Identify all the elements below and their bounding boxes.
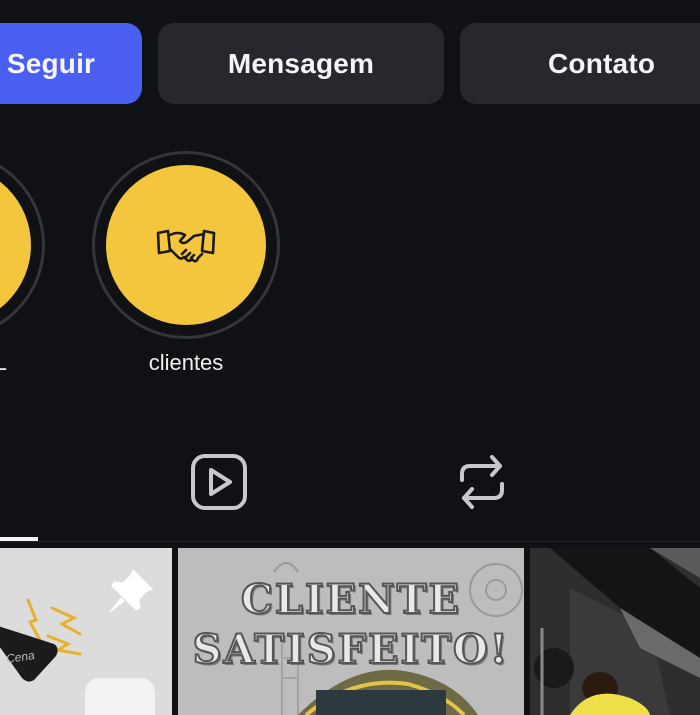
- repost-icon: [460, 455, 504, 509]
- pin-icon: [109, 569, 153, 613]
- highlight-item-clientes[interactable]: [92, 151, 280, 339]
- post-tile[interactable]: CLIENTE SATISFEITO!: [178, 548, 524, 715]
- contact-button[interactable]: Contato: [460, 23, 700, 104]
- highlight-cover: [106, 165, 266, 325]
- post-card-shape: [85, 678, 155, 715]
- highlight-label: clientes: [148, 350, 224, 375]
- post-tile[interactable]: Cena: [0, 548, 172, 715]
- post-title-line-1: CLIENTE: [240, 575, 461, 624]
- highlight-item-1[interactable]: [0, 151, 45, 339]
- message-button[interactable]: Mensagem: [158, 23, 444, 104]
- follow-button[interactable]: Seguir: [0, 23, 142, 104]
- reels-icon: [191, 454, 247, 510]
- post-title-line-2: SATISFEITO!: [192, 625, 510, 674]
- message-button-label: Mensagem: [227, 47, 375, 79]
- handshake-icon: [156, 229, 216, 263]
- tab-reels[interactable]: [189, 452, 249, 512]
- tab-divider: [0, 541, 700, 542]
- tab-reposts[interactable]: [452, 452, 512, 512]
- highlight-cover: [0, 165, 31, 325]
- post-tile[interactable]: [530, 548, 700, 715]
- profile-screen: Seguir Mensagem Contato EL clientes: [0, 0, 700, 715]
- highlight-label: EL: [0, 350, 7, 375]
- contact-button-label: Contato: [548, 47, 656, 79]
- post-photo: [530, 548, 700, 715]
- follow-button-label: Seguir: [6, 47, 96, 79]
